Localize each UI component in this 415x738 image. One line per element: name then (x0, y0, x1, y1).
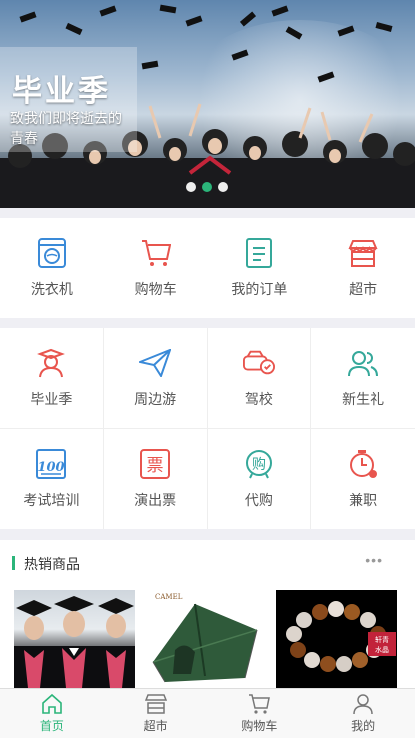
tab-label: 首页 (39, 719, 64, 733)
tab-profile[interactable]: 我的 (311, 689, 415, 738)
svg-text:购: 购 (252, 457, 266, 473)
service-label: 兼职 (349, 491, 378, 508)
graduation-photo-image (14, 596, 135, 688)
section-header: 热销商品 ••• (0, 540, 415, 584)
menu-label: 洗衣机 (30, 281, 73, 297)
quick-menu: 洗衣机 购物车 我的订单 超市 (0, 218, 415, 318)
carousel-dot[interactable] (186, 182, 196, 192)
carousel-dot[interactable] (218, 182, 228, 192)
service-part-time[interactable]: 兼职 (311, 429, 415, 530)
service-label: 新生礼 (342, 390, 385, 407)
service-tickets[interactable]: 票 演出票 (104, 428, 208, 529)
order-icon (243, 237, 275, 269)
purchase-icon: 购 (243, 448, 275, 480)
home-icon (42, 693, 62, 714)
carousel-indicators (186, 182, 228, 192)
tab-cart[interactable]: 购物车 (208, 689, 312, 738)
service-freshman-gift[interactable]: 新生礼 (311, 328, 415, 429)
cart-icon (140, 237, 172, 269)
people-icon (347, 347, 379, 379)
svg-text:100: 100 (38, 460, 65, 475)
clock-icon (347, 448, 379, 480)
hot-products-section: 热销商品 ••• CAMEL 轩青 水晶 (0, 540, 415, 688)
tab-label: 购物车 (241, 719, 278, 733)
washing-machine-icon (36, 237, 68, 269)
more-icon[interactable]: ••• (365, 552, 383, 568)
menu-item-washing-machine[interactable]: 洗衣机 (0, 218, 104, 318)
tab-label: 超市 (143, 719, 168, 733)
svg-text:水晶: 水晶 (375, 645, 389, 654)
service-label: 驾校 (244, 390, 273, 407)
bottom-tab-bar: 首页 超市 购物车 我的 (0, 688, 415, 738)
menu-item-orders[interactable]: 我的订单 (208, 218, 312, 318)
tab-supermarket[interactable]: 超市 (104, 689, 208, 738)
tab-home[interactable]: 首页 (0, 689, 104, 738)
cart-icon (249, 694, 271, 714)
graduate-icon (35, 347, 67, 379)
service-label: 演出票 (134, 491, 177, 508)
bracelet-tag: 轩青 (375, 635, 389, 644)
paper-plane-icon (139, 347, 172, 379)
menu-item-cart[interactable]: 购物车 (104, 218, 208, 318)
service-driving-school[interactable]: 驾校 (207, 328, 312, 429)
services-grid: 毕业季 周边游 驾校 新生礼 100 考试培训 票 演出票 购 代购 兼职 (0, 328, 415, 529)
product-card-crystal-bracelet[interactable]: 轩青 水晶 (276, 590, 397, 688)
tab-label: 我的 (351, 719, 376, 733)
menu-label: 我的订单 (231, 281, 288, 297)
banner-subtitle: 致我们即将逝去的青春 (10, 110, 122, 146)
menu-label: 购物车 (134, 281, 177, 297)
camel-tent-image: CAMEL (152, 593, 258, 683)
carousel-dot-active[interactable] (202, 182, 212, 192)
section-accent-bar (12, 556, 15, 570)
service-travel[interactable]: 周边游 (103, 328, 208, 429)
section-title: 热销商品 (24, 556, 80, 572)
service-exam-training[interactable]: 100 考试培训 (0, 428, 104, 529)
service-label: 代购 (244, 491, 273, 508)
service-label: 周边游 (134, 390, 177, 407)
service-label: 毕业季 (30, 390, 73, 407)
store-icon (347, 237, 379, 269)
service-label: 考试培训 (23, 491, 80, 508)
camel-brand-logo: CAMEL (155, 593, 183, 601)
car-check-icon (242, 347, 275, 379)
product-list: CAMEL 轩青 水晶 (14, 590, 397, 688)
service-graduation[interactable]: 毕业季 (0, 328, 104, 429)
product-card-camel-tent[interactable]: CAMEL (145, 590, 266, 688)
store-icon (144, 694, 167, 714)
service-purchasing[interactable]: 购 代购 (208, 428, 312, 529)
menu-label: 超市 (349, 281, 378, 297)
product-card-graduation-photo[interactable] (14, 590, 135, 688)
banner-carousel[interactable]: 毕业季 致我们即将逝去的青春 (0, 0, 415, 208)
banner-title: 毕业季 (12, 74, 111, 109)
user-icon (353, 694, 373, 715)
svg-text:票: 票 (147, 456, 164, 476)
crystal-bracelet-image: 轩青 水晶 (286, 601, 396, 672)
exam-icon: 100 (35, 448, 67, 480)
menu-item-supermarket[interactable]: 超市 (311, 218, 415, 318)
ticket-icon: 票 (139, 448, 171, 480)
